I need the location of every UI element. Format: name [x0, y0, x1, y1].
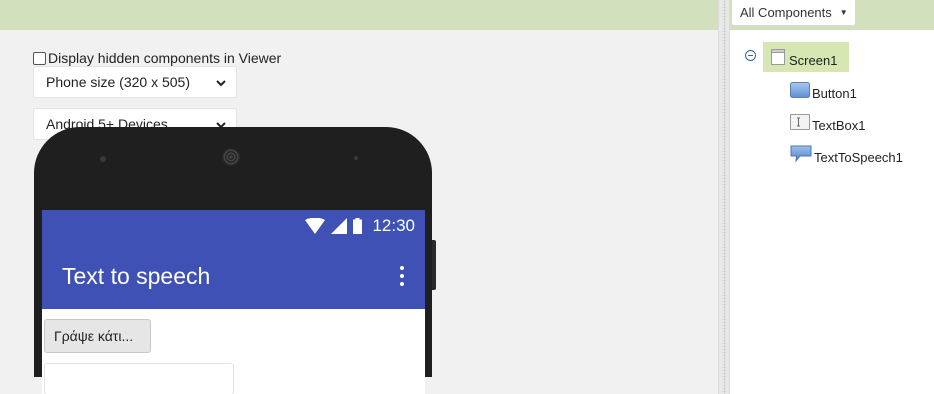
tree-node-label: TextToSpeech1 [814, 150, 903, 165]
chevron-down-icon [216, 80, 226, 87]
phone-screen[interactable]: 12:30 Text to speech Γράψε κάτι... [42, 210, 425, 394]
tree-node-label: Button1 [812, 86, 857, 101]
camera-icon [100, 156, 106, 162]
tree-node-screen1[interactable]: Screen1 [763, 42, 849, 72]
panel-splitter[interactable] [718, 0, 730, 394]
tree-node-button1[interactable]: Button1 [790, 78, 857, 101]
phone-size-value: Phone size (320 x 505) [46, 74, 190, 90]
tree-node-label: Screen1 [789, 52, 838, 68]
button1[interactable]: Γράψε κάτι... [44, 319, 151, 353]
textbox1[interactable] [44, 363, 234, 394]
wifi-icon [305, 218, 326, 234]
tree-node-textbox1[interactable]: TextBox1 [790, 110, 865, 133]
phone-size-select[interactable]: Phone size (320 x 505) [33, 66, 237, 98]
textbox-icon [790, 113, 810, 130]
speaker-icon [222, 148, 240, 166]
checkbox-box[interactable] [33, 51, 46, 65]
button-icon [790, 81, 810, 98]
all-components-dropdown[interactable]: All Components ▼ [731, 0, 856, 26]
speech-bubble-icon [790, 145, 812, 163]
overflow-menu-icon[interactable] [399, 266, 405, 286]
tree-node-texttospeech1[interactable]: TextToSpeech1 [790, 142, 903, 165]
phone-side-button [432, 240, 436, 290]
all-components-label: All Components [740, 5, 832, 20]
display-hidden-components-label: Display hidden components in Viewer [48, 50, 282, 66]
signal-icon [331, 218, 348, 234]
collapse-icon[interactable] [745, 50, 756, 61]
app-title: Text to speech [62, 263, 211, 289]
tree-node-label: TextBox1 [812, 118, 866, 133]
caret-down-icon: ▼ [839, 8, 848, 17]
screen-icon [771, 49, 785, 65]
battery-icon [353, 218, 363, 234]
viewer-toolbar [0, 0, 718, 30]
status-bar: 12:30 [42, 210, 425, 242]
sensor-icon [354, 156, 358, 160]
app-bar: Text to speech [42, 242, 425, 309]
display-hidden-components-checkbox[interactable]: Display hidden components in Viewer [33, 49, 281, 67]
status-time: 12:30 [372, 216, 415, 235]
